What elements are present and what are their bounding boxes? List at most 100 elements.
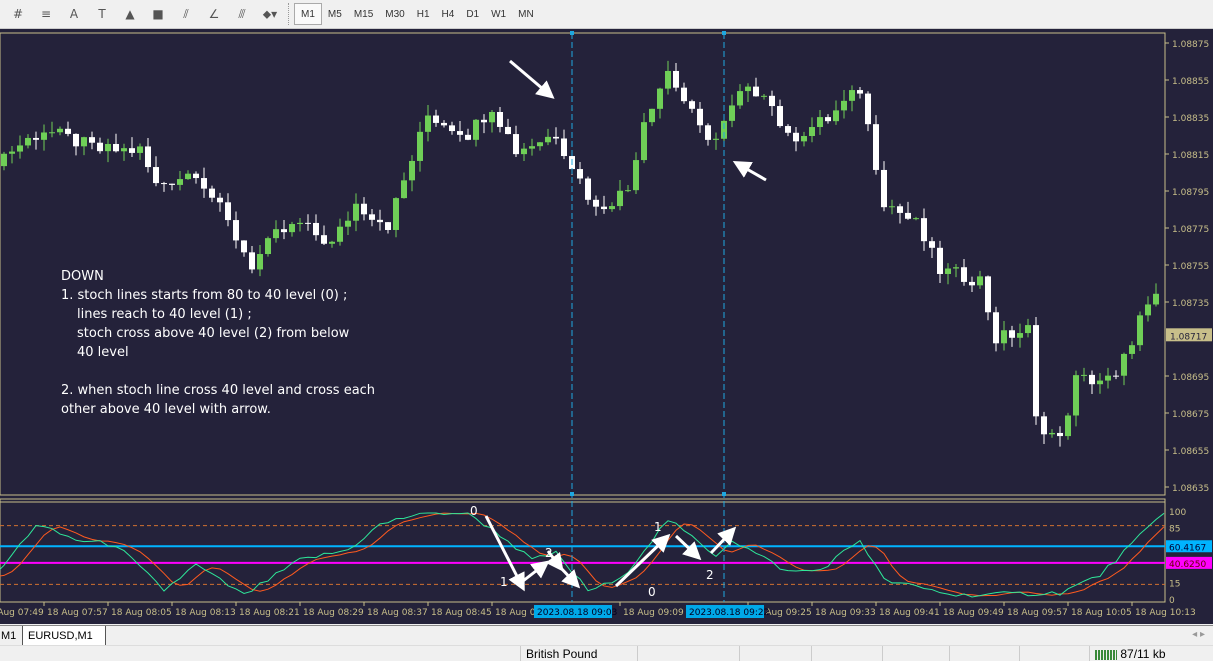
candle-body: [889, 206, 895, 208]
candle-body: [89, 137, 95, 143]
tab-m1[interactable]: M1: [0, 626, 21, 646]
candle-body: [425, 115, 431, 132]
candle-body: [497, 111, 503, 127]
status-bar: British Pound 87/11 kb: [0, 645, 1213, 661]
timeframe-w1[interactable]: W1: [485, 3, 512, 25]
arrows-dropdown-icon[interactable]: ⬥▾: [256, 2, 284, 26]
candle-body: [153, 167, 159, 184]
candle-body: [1041, 416, 1047, 435]
angle-icon[interactable]: ∠: [200, 2, 228, 26]
time-label: 18 Aug 09:49: [943, 608, 1004, 618]
candle-body: [465, 134, 471, 140]
candle-body: [641, 122, 647, 161]
candle-body: [353, 203, 359, 221]
candle-body: [513, 134, 519, 155]
price-label: 1.08695: [1172, 373, 1209, 383]
timeframe-m5[interactable]: M5: [322, 3, 348, 25]
status-cell: [949, 646, 1019, 661]
candle-body: [665, 70, 671, 89]
candle-body: [577, 169, 583, 179]
status-cell: [637, 646, 739, 661]
timeframe-m15[interactable]: M15: [348, 3, 379, 25]
channel-icon[interactable]: ⫻: [228, 2, 256, 26]
candle-body: [713, 138, 719, 140]
candle-body: [841, 100, 847, 111]
candle-body: [193, 173, 199, 179]
text-label-icon[interactable]: T: [88, 2, 116, 26]
candle-body: [505, 126, 511, 135]
candle-body: [313, 222, 319, 236]
candle-body: [417, 131, 423, 161]
grid-e-icon[interactable]: #: [4, 2, 32, 26]
note-line: 1. stoch lines starts from 80 to 40 leve…: [61, 288, 348, 303]
candle-body: [809, 127, 815, 137]
candle-body: [937, 247, 943, 274]
candle-body: [1097, 380, 1103, 385]
candle-body: [473, 119, 479, 140]
note-line: other above 40 level with arrow.: [61, 402, 271, 417]
candle-body: [161, 183, 167, 185]
timeframe-d1[interactable]: D1: [460, 3, 485, 25]
stoch-level-label: 15: [1169, 579, 1180, 589]
indicator-pane-frame: [0, 498, 1166, 603]
candle-body: [593, 199, 599, 207]
candle-body: [385, 222, 391, 230]
candle-body: [697, 108, 703, 126]
traffic-text: 87/11 kb: [1120, 647, 1166, 661]
timeframe-mn[interactable]: MN: [512, 3, 540, 25]
text-icon[interactable]: A: [60, 2, 88, 26]
candle-body: [625, 190, 631, 192]
candle-body: [753, 86, 759, 97]
candle-body: [369, 214, 375, 220]
vertical-line-handle: [722, 31, 726, 35]
candle-body: [993, 312, 999, 344]
candle-body: [649, 108, 655, 123]
price-label: 1.08675: [1172, 410, 1209, 420]
stoch-level-label: 85: [1169, 525, 1180, 535]
price-label: 1.08835: [1172, 114, 1209, 124]
fibo-fan-icon[interactable]: ⫽: [172, 2, 200, 26]
tab-eurusd-m1[interactable]: EURUSD,M1: [22, 626, 106, 646]
timeframe-m30[interactable]: M30: [379, 3, 410, 25]
timeframe-h4[interactable]: H4: [436, 3, 461, 25]
rectangle-icon[interactable]: ■: [144, 2, 172, 26]
candle-body: [601, 206, 607, 210]
annotation-arrow: [522, 560, 550, 583]
annotation-arrow: [732, 161, 767, 182]
candle-body: [121, 148, 127, 152]
candle-body: [1057, 432, 1063, 437]
candle-body: [393, 198, 399, 230]
crosshair-time-label: 2023.08.18 09:03: [537, 608, 617, 618]
timeframe-m1[interactable]: M1: [294, 3, 322, 25]
candle-body: [1153, 293, 1159, 305]
candle-body: [1081, 374, 1087, 376]
candle-body: [737, 91, 743, 106]
triangle-icon[interactable]: ▲: [116, 2, 144, 26]
timeframe-h1[interactable]: H1: [411, 3, 436, 25]
candle-body: [681, 87, 687, 102]
toolbar-separator: [288, 3, 290, 25]
price-label: 1.08815: [1172, 151, 1209, 161]
candle-body: [361, 203, 367, 215]
chart-window[interactable]: 1.08875 1.08855 1.08835 1.08815 1.08795 1.087…: [0, 29, 1213, 624]
note-line: stoch cross above 40 level (2) from belo…: [77, 326, 350, 341]
annotation-arrow: [509, 59, 555, 99]
tab-scroll-arrows-icon[interactable]: ◂ ▸: [1192, 629, 1205, 640]
candle-body: [17, 145, 23, 152]
candle-body: [265, 238, 271, 255]
candle-body: [441, 122, 447, 126]
crosshair-time-label: 2023.08.18 09:22: [689, 608, 769, 618]
candle-body: [97, 142, 103, 152]
candle-body: [241, 240, 247, 253]
candle-body: [49, 132, 55, 134]
candle-body: [1105, 375, 1111, 381]
fibo-lines-icon[interactable]: ≡: [32, 2, 60, 26]
time-label: 18 Aug 09:33: [815, 608, 876, 618]
candle-body: [961, 267, 967, 282]
candle-body: [33, 137, 39, 140]
candle-body: [521, 148, 527, 155]
status-traffic: 87/11 kb: [1089, 646, 1213, 661]
candle-body: [1113, 375, 1119, 377]
price-label: 1.08755: [1172, 262, 1209, 272]
vertical-line-handle: [722, 492, 726, 496]
